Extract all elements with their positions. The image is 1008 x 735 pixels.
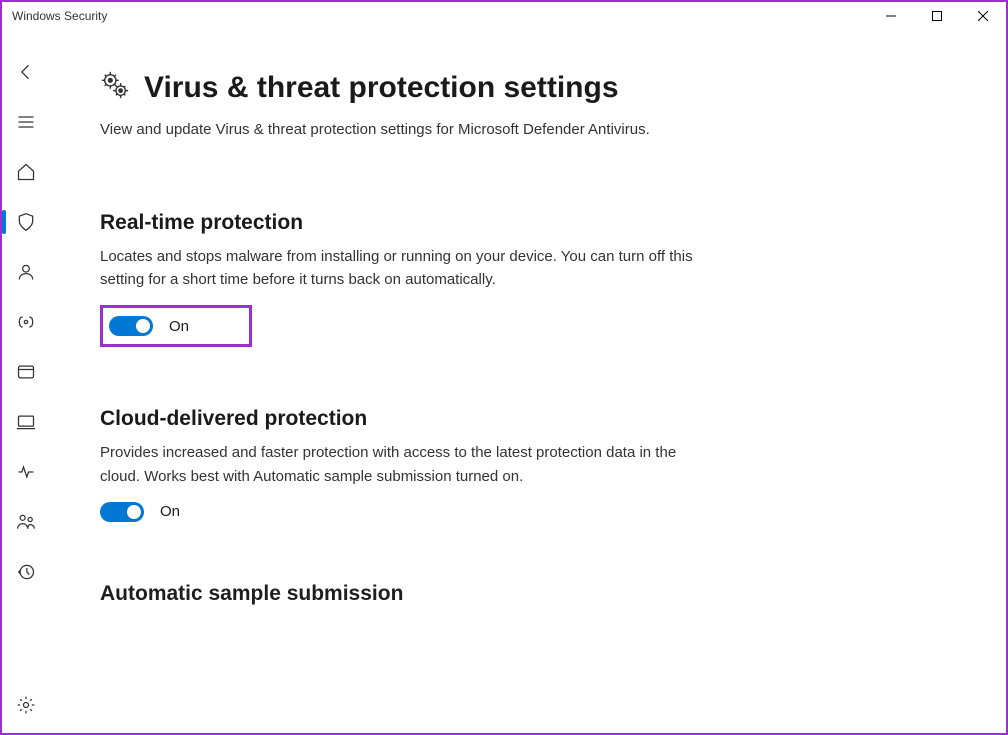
- cloud-section: Cloud-delivered protection Provides incr…: [100, 407, 956, 522]
- settings-icon[interactable]: [2, 683, 50, 727]
- cloud-title: Cloud-delivered protection: [100, 407, 956, 431]
- maximize-button[interactable]: [914, 2, 960, 30]
- family-options-icon[interactable]: [2, 500, 50, 544]
- protection-history-icon[interactable]: [2, 550, 50, 594]
- realtime-section: Real-time protection Locates and stops m…: [100, 211, 956, 348]
- page-header: Virus & threat protection settings: [100, 70, 956, 105]
- cloud-desc: Provides increased and faster protection…: [100, 441, 710, 488]
- account-icon[interactable]: [2, 250, 50, 294]
- menu-button[interactable]: [2, 100, 50, 144]
- firewall-icon[interactable]: [2, 300, 50, 344]
- gears-icon: [100, 70, 130, 105]
- device-security-icon[interactable]: [2, 400, 50, 444]
- titlebar: Windows Security: [2, 2, 1006, 30]
- back-button[interactable]: [2, 50, 50, 94]
- page-subtitle: View and update Virus & threat protectio…: [100, 119, 740, 141]
- realtime-toggle-row: On: [100, 305, 252, 347]
- shield-icon[interactable]: [2, 200, 50, 244]
- auto-sample-title: Automatic sample submission: [100, 582, 956, 606]
- minimize-button[interactable]: [868, 2, 914, 30]
- realtime-toggle[interactable]: [109, 316, 153, 336]
- window-title: Windows Security: [12, 9, 107, 23]
- realtime-toggle-label: On: [169, 318, 189, 335]
- content: Virus & threat protection settings View …: [50, 30, 1006, 733]
- cloud-toggle-row: On: [100, 502, 956, 522]
- home-icon[interactable]: [2, 150, 50, 194]
- cloud-toggle-label: On: [160, 503, 180, 520]
- sidebar: [2, 30, 50, 733]
- window-controls: [868, 2, 1006, 30]
- page-title: Virus & threat protection settings: [144, 71, 619, 105]
- device-performance-icon[interactable]: [2, 450, 50, 494]
- realtime-desc: Locates and stops malware from installin…: [100, 245, 710, 292]
- app-browser-icon[interactable]: [2, 350, 50, 394]
- realtime-title: Real-time protection: [100, 211, 956, 235]
- cloud-toggle[interactable]: [100, 502, 144, 522]
- close-button[interactable]: [960, 2, 1006, 30]
